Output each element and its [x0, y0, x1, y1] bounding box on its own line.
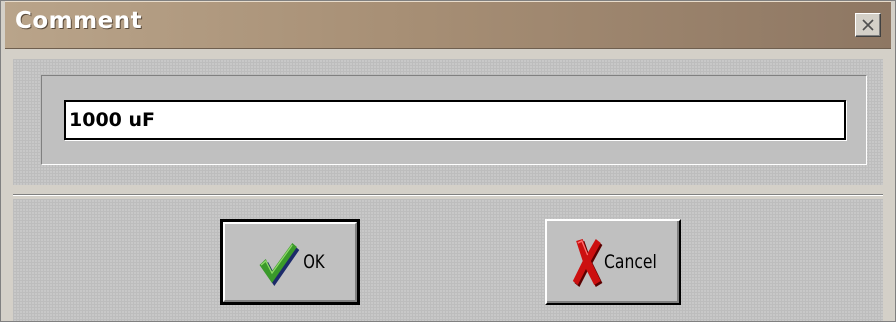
comment-panel	[13, 59, 883, 185]
red-x-icon	[572, 239, 603, 287]
cancel-button[interactable]: Cancel	[545, 219, 681, 305]
checkmark-icon	[259, 243, 300, 286]
ok-button[interactable]: OK	[220, 219, 360, 305]
dialog-title: Comment	[15, 8, 143, 34]
close-icon	[862, 19, 874, 31]
close-button[interactable]	[855, 13, 881, 37]
comment-input[interactable]	[64, 100, 846, 140]
comment-dialog: Comment OK	[0, 0, 896, 322]
title-bar[interactable]: Comment	[5, 1, 891, 49]
divider	[13, 194, 883, 196]
button-panel: OK Cancel	[13, 199, 883, 321]
cancel-button-label: Cancel	[603, 251, 657, 273]
comment-frame	[41, 75, 867, 165]
ok-button-label: OK	[303, 251, 325, 273]
